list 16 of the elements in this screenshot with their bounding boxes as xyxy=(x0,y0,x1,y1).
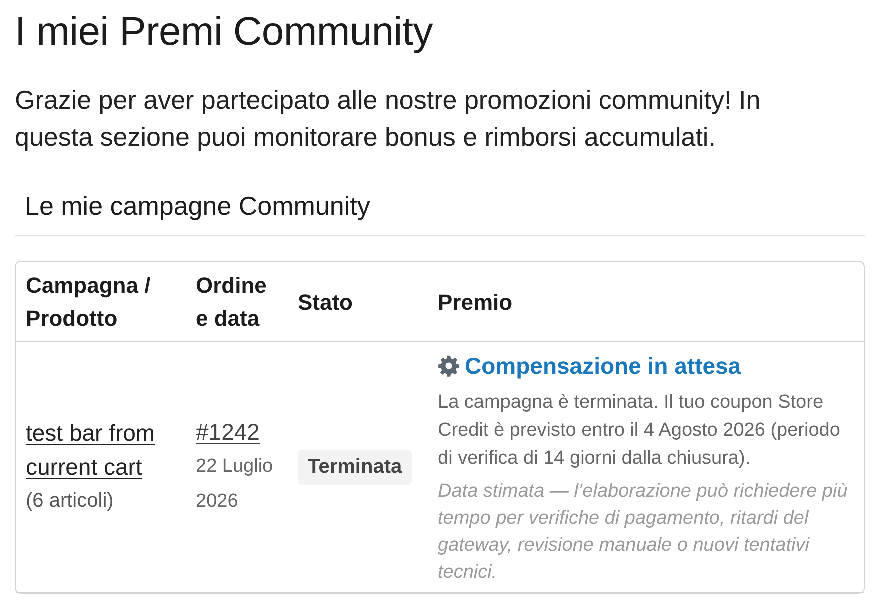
section-heading: Le mie campagne Community xyxy=(25,190,372,222)
item-count: (6 articoli) xyxy=(26,489,114,514)
column-header: Ordine e data xyxy=(195,272,268,333)
column-header: Campagna / Prodotto xyxy=(25,272,152,333)
gear-icon xyxy=(438,355,460,377)
reward-message: La campagna è terminata. Il tuo coupon Store Credit è previsto entro il 4 Agosto 2026 (periodo di verifica di 14 giorni dalla chiusura). xyxy=(438,391,842,471)
order-date: 22 Luglio 2026 xyxy=(196,455,274,514)
page-title: I miei Premi Community xyxy=(15,9,434,53)
column-header: Premio xyxy=(437,288,514,316)
product-link[interactable]: test bar from current cart xyxy=(26,416,176,484)
status-badge: Terminata xyxy=(298,450,412,484)
intro-text: Grazie per aver partecipato alle nostre promozioni community! In questa sezione puoi monitorare bonus e rimborsi accumulati. xyxy=(15,84,762,154)
reward-status-title: Compensazione in attesa xyxy=(465,352,742,380)
order-link[interactable]: #1242 xyxy=(196,415,260,449)
reward-note: Data stimata — l’elaborazione può richiedere più tempo per verifiche di pagamento, ritardi del gateway, revisione manuale o nuovi tentativi tecnici. xyxy=(438,480,849,585)
column-header: Stato xyxy=(297,288,354,316)
